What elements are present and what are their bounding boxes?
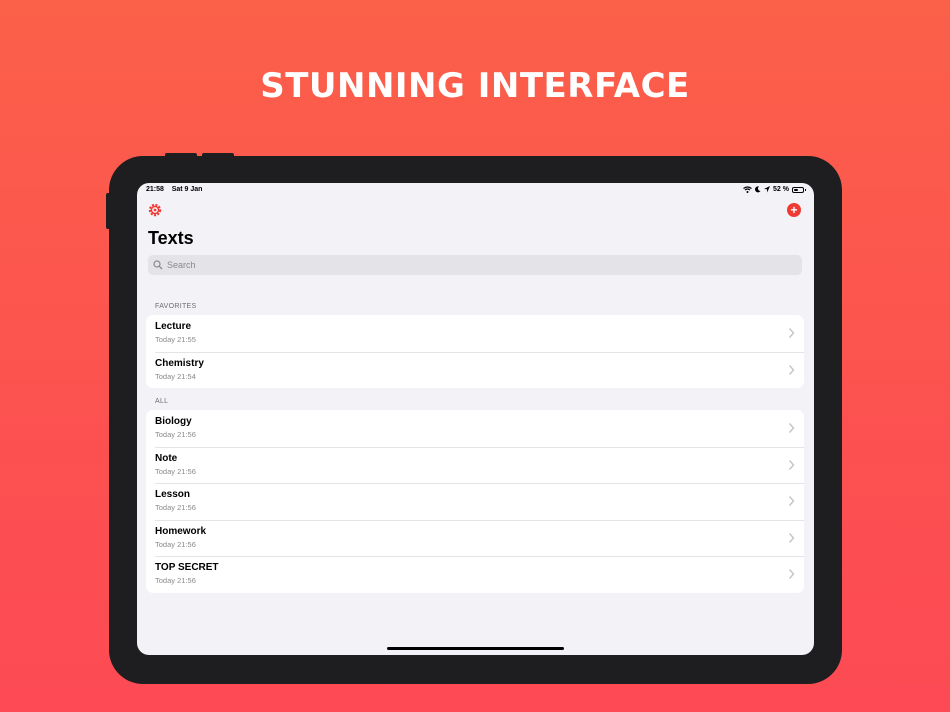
item-title: TOP SECRET [155, 562, 219, 574]
item-subtitle: Today 21:54 [155, 371, 196, 381]
search-input[interactable]: Search [148, 255, 802, 275]
section-header-all: ALL [155, 398, 169, 405]
search-placeholder: Search [167, 260, 196, 270]
wifi-icon [743, 186, 752, 193]
chevron-right-icon [788, 532, 795, 543]
item-subtitle: Today 21:56 [155, 503, 196, 513]
chevron-right-icon [788, 423, 795, 433]
list-item[interactable]: Chemistry Today 21:54 [146, 351, 804, 389]
list-item[interactable]: Lesson Today 21:56 [146, 483, 804, 520]
item-subtitle: Today 21:55 [155, 335, 196, 344]
search-icon [153, 260, 163, 270]
status-left: 21:58 Sat 9 Jan [146, 186, 202, 193]
plus-icon: + [790, 203, 798, 217]
list-item[interactable]: Lecture Today 21:55 [146, 315, 804, 352]
status-bar: 21:58 Sat 9 Jan 52 % [137, 186, 814, 198]
list-item[interactable]: Homework Today 21:56 [146, 519, 804, 557]
chevron-right-icon [788, 459, 795, 470]
add-button[interactable]: + [787, 203, 801, 217]
status-time: 21:58 [146, 186, 164, 193]
status-date: Sat 9 Jan [171, 186, 203, 193]
item-subtitle: Today 21:56 [155, 576, 196, 586]
headline: STUNNING INTERFACE [260, 66, 690, 106]
status-right: 52 % [743, 186, 806, 193]
moon-icon [755, 186, 761, 193]
all-list: Biology Today 21:56 Note Today 21:56 Les… [146, 410, 804, 593]
favorites-list: Lecture Today 21:55 Chemistry Today 21:5… [146, 315, 804, 389]
item-title: Homework [155, 525, 207, 537]
chevron-right-icon [788, 496, 795, 507]
list-item[interactable]: Note Today 21:56 [146, 446, 804, 484]
item-subtitle: Today 21:56 [155, 466, 196, 476]
item-title: Biology [155, 416, 192, 427]
list-item[interactable]: TOP SECRET Today 21:56 [146, 556, 804, 593]
item-subtitle: Today 21:56 [155, 539, 196, 549]
item-title: Lesson [155, 489, 191, 501]
location-icon [764, 186, 771, 193]
chevron-right-icon [788, 328, 795, 338]
battery-percent: 52 % [773, 186, 789, 193]
item-title: Lecture [155, 321, 192, 332]
home-indicator[interactable] [387, 647, 564, 650]
battery-icon [792, 186, 806, 193]
tablet-screen: 21:58 Sat 9 Jan 52 % + Texts Search FAVO… [137, 183, 814, 655]
list-item[interactable]: Biology Today 21:56 [146, 410, 804, 447]
item-subtitle: Today 21:56 [155, 430, 196, 439]
chevron-right-icon [788, 364, 795, 375]
gear-icon[interactable] [148, 203, 162, 217]
item-title: Note [155, 452, 178, 464]
item-title: Chemistry [155, 357, 204, 369]
page-title: Texts [148, 228, 194, 248]
section-header-favorites: FAVORITES [155, 303, 197, 310]
battery-fill [794, 188, 799, 191]
chevron-right-icon [788, 569, 795, 580]
